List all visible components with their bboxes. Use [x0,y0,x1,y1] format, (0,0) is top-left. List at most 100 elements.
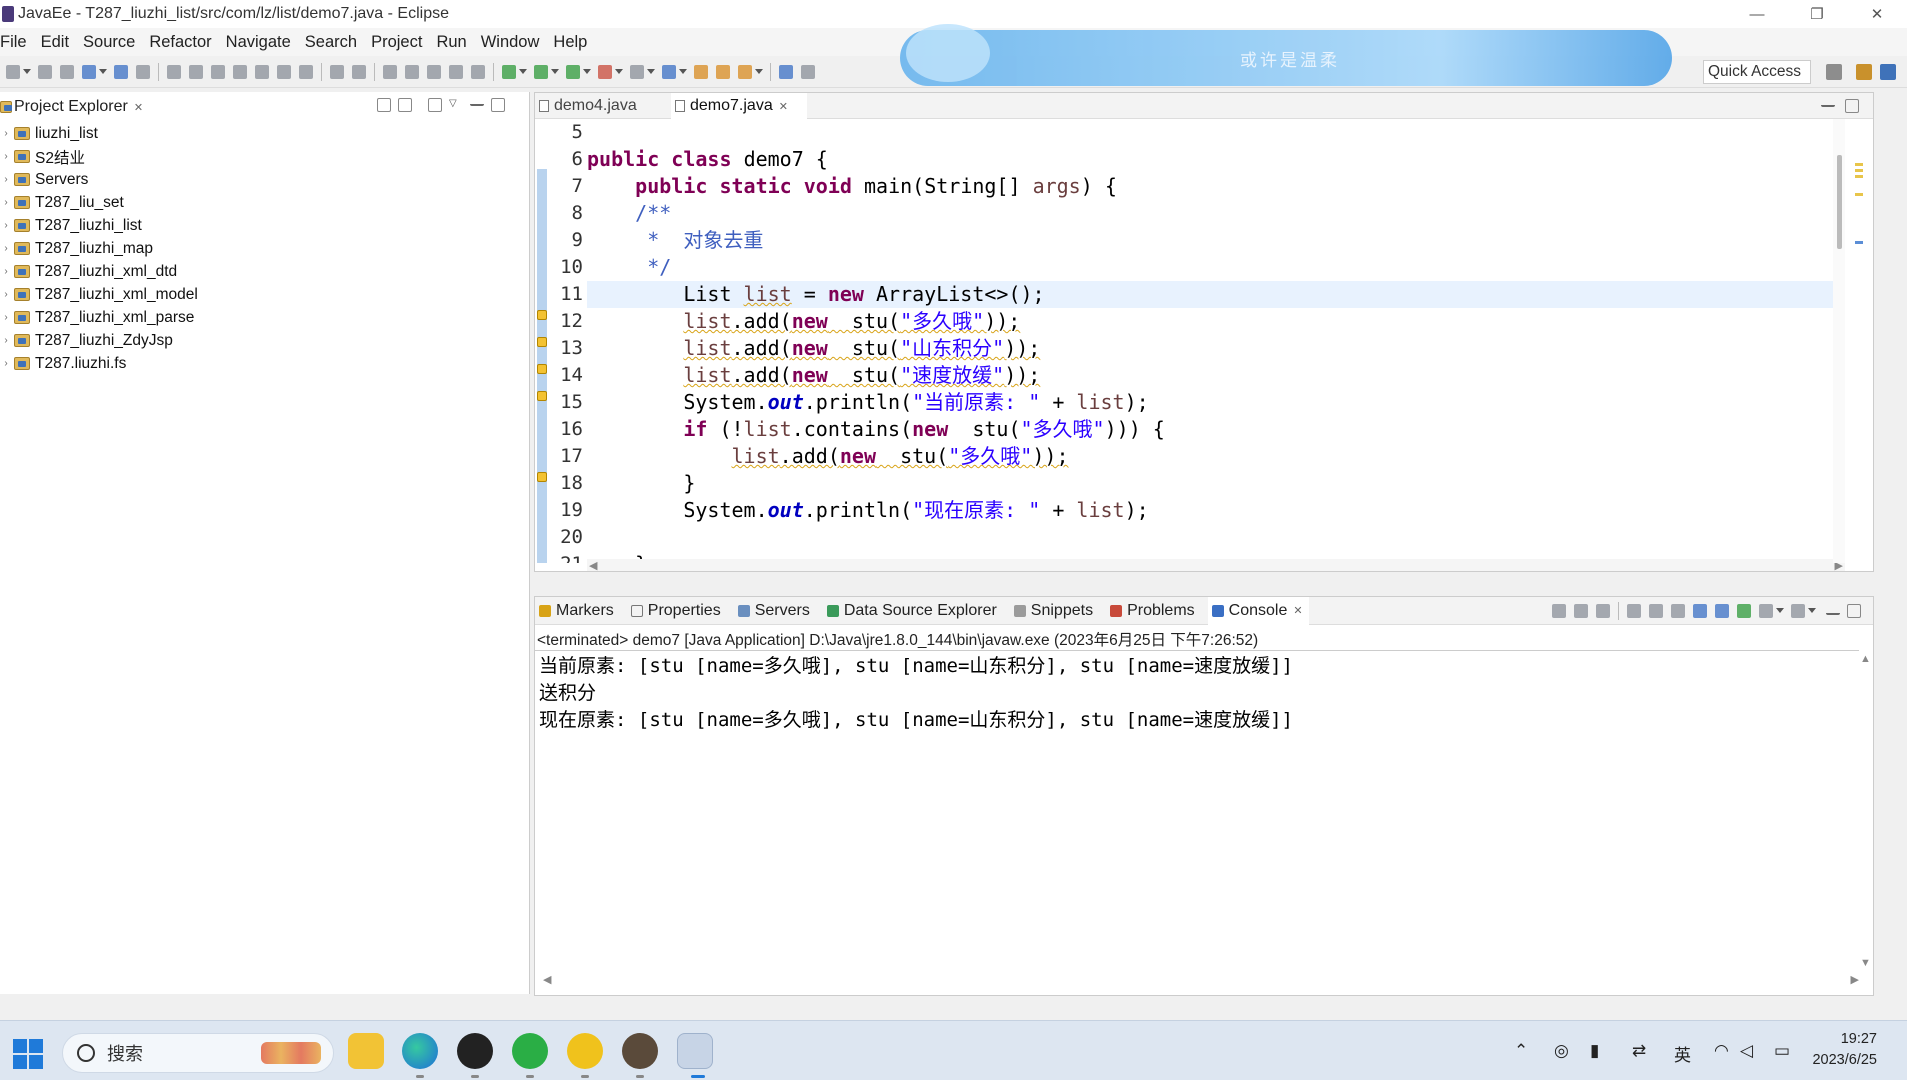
chevron-down-icon[interactable]: ▽ [449,98,463,112]
battery-icon[interactable]: ▭ [1774,1041,1790,1061]
expand-arrow-icon[interactable]: › [0,128,12,139]
warning-icon[interactable] [537,472,547,482]
display-console-icon[interactable] [1759,603,1773,618]
open-task-icon[interactable] [716,64,730,79]
scroll-left-icon[interactable]: ◀ [543,973,551,986]
chevron-down-icon[interactable] [583,69,591,74]
close-icon[interactable]: ✕ [134,101,143,114]
tree-item[interactable]: › T287_liuzhi_map [0,237,198,260]
restore-button[interactable]: ❐ [1787,0,1847,28]
java-ee-perspective-icon[interactable] [1856,64,1872,80]
tree-item[interactable]: › T287.liuzhi.fs [0,352,198,375]
warning-marker[interactable] [1855,169,1863,172]
switch-icon[interactable]: ⇄ [1632,1041,1646,1061]
tab-snippets[interactable]: Snippets [1010,597,1093,625]
scroll-right-icon[interactable]: ▶ [1851,973,1859,986]
console-vertical-scrollbar[interactable]: ▲ ▼ [1857,653,1873,969]
remove-all-terminated-icon[interactable] [1596,603,1610,618]
taskbar-clock[interactable]: 19:27 2023/6/25 [1812,1029,1877,1071]
open-perspective-icon[interactable] [1826,64,1842,80]
chevron-down-icon[interactable] [99,69,107,74]
quick-access-field[interactable]: Quick Access [1703,60,1811,84]
warning-marker[interactable] [1855,175,1863,178]
next-annotation-icon[interactable] [801,64,815,79]
stats-icon[interactable]: ▮ [1590,1041,1599,1061]
chevron-down-icon[interactable] [679,69,687,74]
expand-arrow-icon[interactable]: › [0,174,12,185]
scroll-thumb[interactable] [1837,155,1842,249]
menu-refactor[interactable]: Refactor [142,33,218,52]
eclipse-taskbar-icon[interactable] [622,1033,658,1069]
view-menu-icon[interactable] [428,98,442,112]
search-icon[interactable] [738,64,752,79]
warning-icon[interactable] [537,364,547,374]
file-explorer-icon[interactable] [348,1033,384,1069]
terminate-icon[interactable] [211,64,225,79]
build-icon[interactable] [405,64,419,79]
use-step-filters-icon[interactable] [352,64,366,79]
debug-icon[interactable] [502,64,516,79]
collapse-all-icon[interactable] [377,98,391,112]
maximize-view-icon[interactable] [1847,603,1861,618]
warning-marker[interactable] [1855,193,1863,196]
show-on-error-icon[interactable] [1715,603,1729,618]
new-icon[interactable] [6,64,20,79]
warning-icon[interactable] [537,391,547,401]
tab-demo4-java[interactable]: demo4.java [535,93,667,119]
warning-marker[interactable] [1855,163,1863,166]
remove-launch-icon[interactable] [1574,603,1588,618]
close-icon[interactable]: ✕ [779,100,788,113]
word-wrap-icon[interactable] [1649,603,1663,618]
expand-arrow-icon[interactable]: › [0,151,12,162]
menu-window[interactable]: Window [474,33,547,52]
editor-horizontal-scrollbar[interactable]: ◀ ▶ [587,559,1845,572]
warning-icon[interactable] [537,310,547,320]
tab-project-explorer[interactable]: Project Explorer ✕ [0,94,143,120]
tab-data-source-explorer[interactable]: Data Source Explorer [823,597,997,625]
save-icon[interactable] [38,64,52,79]
chevron-up-icon[interactable]: ⌃ [1514,1041,1528,1061]
menu-edit[interactable]: Edit [34,33,76,52]
chevron-down-icon[interactable] [615,69,623,74]
media-player-icon[interactable] [457,1033,493,1069]
code-area[interactable]: 5 6 7 8 9 10 11 12 13 14 15 16 17 18 19 … [535,119,1873,563]
tree-item[interactable]: › T287_liuzhi_xml_model [0,283,198,306]
input-language[interactable]: 英 [1674,1041,1691,1066]
volume-icon[interactable]: ◁ [1740,1041,1753,1061]
windows-start-icon[interactable] [13,1039,43,1069]
link-with-editor-icon[interactable] [398,98,412,112]
show-on-output-icon[interactable] [1693,603,1707,618]
close-button[interactable]: ✕ [1847,0,1907,28]
step-return-icon[interactable] [299,64,313,79]
drop-to-frame-icon[interactable] [330,64,344,79]
skip-breakpoints-icon[interactable] [136,64,150,79]
scroll-left-icon[interactable]: ◀ [589,559,597,572]
format-icon[interactable] [427,64,441,79]
menu-navigate[interactable]: Navigate [219,33,298,52]
wifi-icon[interactable]: ◠ [1714,1041,1729,1061]
tab-console[interactable]: Console ✕ [1207,596,1309,625]
qq-music-icon[interactable] [567,1033,603,1069]
expand-arrow-icon[interactable]: › [0,358,12,369]
chevron-down-icon[interactable] [647,69,655,74]
console-horizontal-scrollbar[interactable]: ◀ ▶ [535,973,1859,987]
expand-arrow-icon[interactable]: › [0,335,12,346]
menu-source[interactable]: Source [76,33,142,52]
menu-run[interactable]: Run [429,33,473,52]
chevron-down-icon[interactable] [23,69,31,74]
outline-icon[interactable] [449,64,463,79]
show-whitespace-icon[interactable] [471,64,485,79]
open-perspective-icon[interactable] [82,64,96,79]
snipping-tool-icon[interactable] [677,1033,713,1069]
expand-arrow-icon[interactable]: › [0,289,12,300]
chevron-down-icon[interactable] [551,69,559,74]
tree-item[interactable]: › T287_liu_set [0,191,198,214]
scroll-up-icon[interactable]: ▲ [1860,653,1871,665]
tree-item[interactable]: › S2结业 [0,145,198,168]
maximize-view-icon[interactable] [491,98,505,112]
taskbar-search-box[interactable]: 搜索 [62,1033,334,1073]
toggle-annotations-icon[interactable] [779,64,793,79]
step-into-icon[interactable] [255,64,269,79]
warning-icon[interactable] [537,337,547,347]
expand-arrow-icon[interactable]: › [0,197,12,208]
